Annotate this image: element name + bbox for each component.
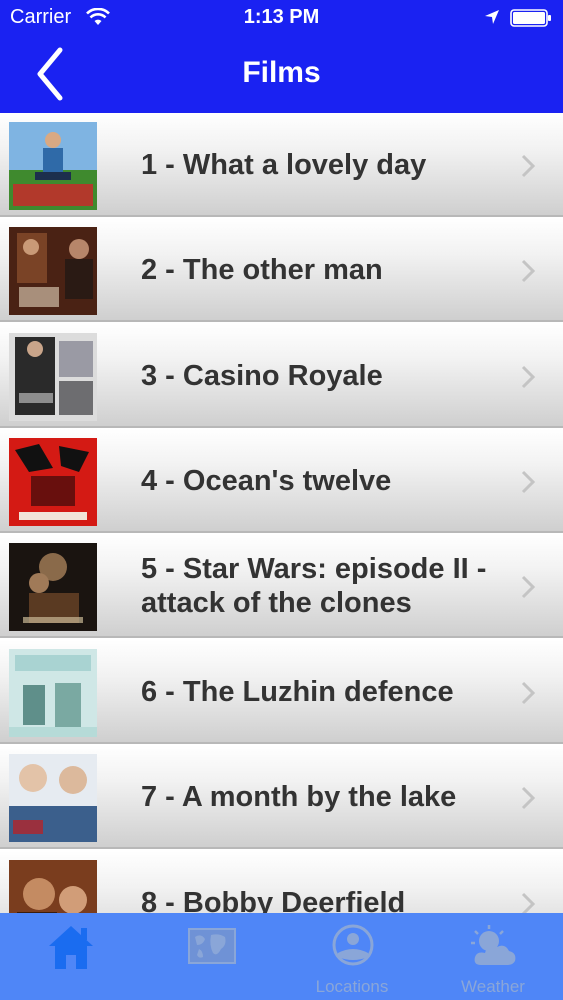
film-poster-6: [9, 649, 97, 737]
chevron-right-icon: [521, 892, 536, 913]
tab-label: Weather: [461, 977, 525, 996]
chevron-right-icon: [521, 786, 536, 810]
locations-icon: [332, 924, 374, 966]
film-poster-7: [9, 754, 97, 842]
film-row-7[interactable]: 7 - A month by the lake: [0, 745, 563, 849]
film-row-4[interactable]: 4 - Ocean's twelve: [0, 429, 563, 533]
tab-world-map[interactable]: [141, 913, 281, 1000]
film-row-6[interactable]: 6 - The Luzhin defence: [0, 640, 563, 744]
film-poster-8: [9, 860, 97, 913]
home-icon: [49, 926, 93, 969]
film-poster-3: [9, 333, 97, 421]
film-row-8[interactable]: 8 - Bobby Deerfield: [0, 851, 563, 913]
film-poster-1: [9, 122, 97, 210]
weather-icon: [471, 925, 516, 965]
chevron-right-icon: [521, 575, 536, 599]
world-map-icon: [188, 928, 236, 964]
chevron-right-icon: [521, 154, 536, 178]
film-row-2[interactable]: 2 - The other man: [0, 218, 563, 322]
battery-icon: [510, 9, 551, 27]
film-row-5[interactable]: 5 - Star Wars: episode II - attack of th…: [0, 534, 563, 638]
film-title: 2 - The other man: [141, 254, 383, 286]
film-poster-4: [9, 438, 97, 526]
film-list[interactable]: 1 - What a lovely day 2 - The other man: [0, 113, 563, 913]
tab-home[interactable]: [0, 913, 140, 1000]
film-title: 3 - Casino Royale: [141, 360, 383, 392]
header: Carrier 1:13 PM Films: [0, 0, 563, 113]
chevron-right-icon: [521, 470, 536, 494]
film-row-1[interactable]: 1 - What a lovely day: [0, 113, 563, 217]
film-title: 1 - What a lovely day: [141, 149, 427, 181]
film-title: 4 - Ocean's twelve: [141, 465, 392, 497]
film-poster-2: [9, 227, 97, 315]
film-title: 8 - Bobby Deerfield: [141, 887, 406, 913]
tab-label: Locations: [315, 977, 389, 996]
tab-weather[interactable]: Weather: [423, 913, 563, 1000]
tab-locations[interactable]: Locations: [282, 913, 422, 1000]
chevron-right-icon: [521, 365, 536, 389]
film-row-3[interactable]: 3 - Casino Royale: [0, 324, 563, 428]
page-title: Films: [242, 56, 321, 89]
film-poster-5: [9, 543, 97, 631]
film-title: 5 - Star Wars: episode II - attack of th…: [141, 553, 487, 619]
status-bar: Carrier 1:13 PM: [0, 0, 563, 36]
location-arrow-icon: [485, 10, 499, 24]
chevron-right-icon: [521, 259, 536, 283]
tab-bar: Locations Weather: [0, 913, 563, 1000]
film-title: 6 - The Luzhin defence: [141, 676, 454, 708]
nav-bar: Films: [0, 36, 563, 113]
film-title: 7 - A month by the lake: [141, 781, 457, 813]
chevron-right-icon: [521, 681, 536, 705]
status-time: 1:13 PM: [243, 6, 320, 28]
